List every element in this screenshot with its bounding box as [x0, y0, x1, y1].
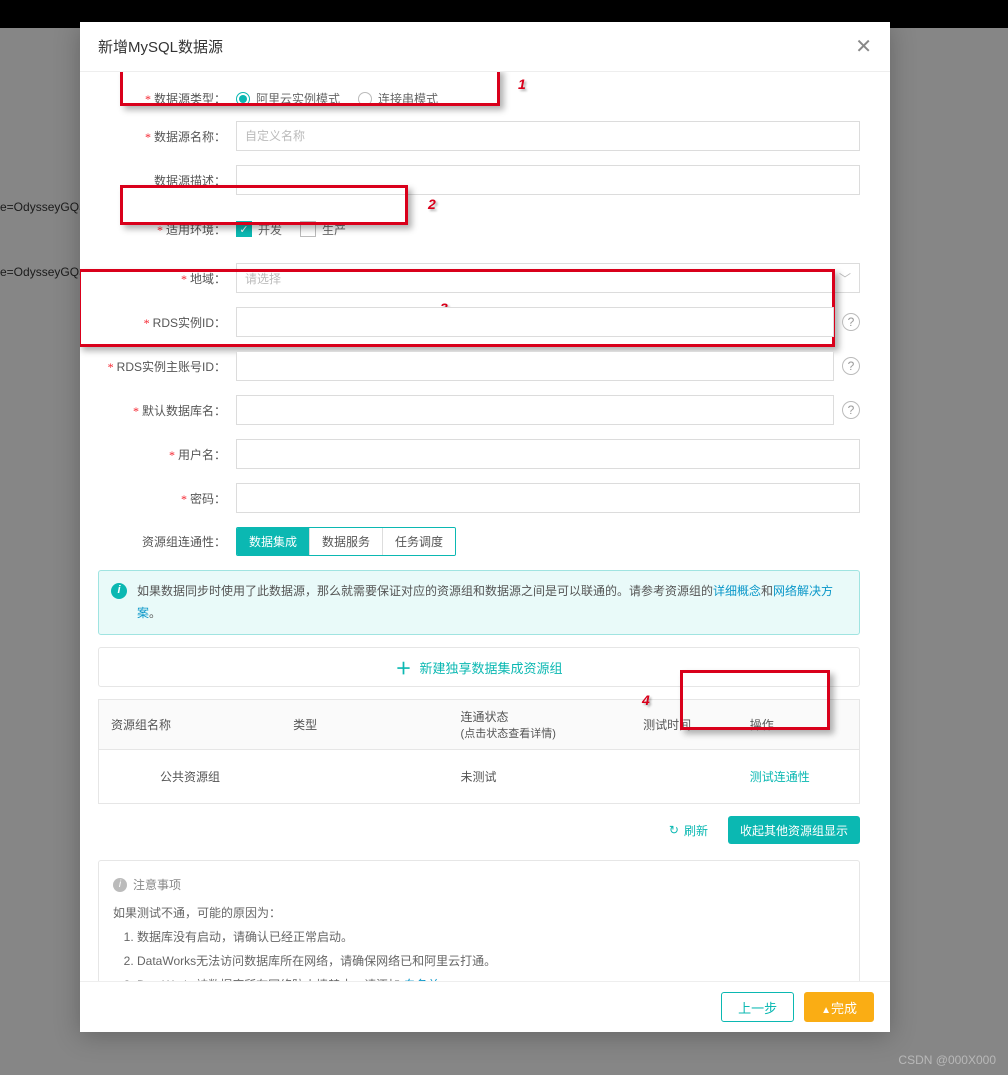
notes-intro: 如果测试不通，可能的原因为：: [113, 901, 845, 925]
label-password: 密码：: [98, 490, 236, 507]
annotation-num-1: 1: [518, 76, 526, 92]
link-concept[interactable]: 详细概念: [713, 584, 761, 598]
info-icon: i: [111, 583, 127, 599]
notes-title-label: 注意事项: [133, 873, 181, 897]
refresh-icon: ↻: [669, 823, 679, 837]
th-type: 类型: [281, 700, 448, 750]
notes-item: 数据库没有启动，请确认已经正常启动。: [137, 925, 845, 949]
label-region: 地域：: [98, 270, 236, 287]
alert-text-1: 如果数据同步时使用了此数据源，那么就需要保证对应的资源组和数据源之间是可以联通的…: [137, 584, 713, 598]
alert-text-2: 和: [761, 584, 773, 598]
checkbox-dev-label: 开发: [258, 221, 282, 238]
cell-rg-name: 公共资源组: [99, 750, 282, 804]
th-status: 连通状态(点击状态查看详情): [449, 700, 632, 750]
label-rds-id: RDS实例ID：: [98, 314, 236, 331]
test-connectivity-link[interactable]: 测试连通性: [750, 770, 810, 784]
notes-item: DataWorks无法访问数据库所在网络，请确保网络已和阿里云打通。: [137, 949, 845, 973]
modal-dialog: 新增MySQL数据源 ✕ 1 2 3 4 数据源类型： 阿里云实例模式 连接串模…: [80, 22, 890, 1032]
input-datasource-name[interactable]: [236, 121, 860, 151]
notes-box: i注意事项 如果测试不通，可能的原因为： 数据库没有启动，请确认已经正常启动。 …: [98, 860, 860, 981]
select-region-placeholder: 请选择: [245, 270, 281, 287]
plus-icon: ＋: [395, 655, 411, 679]
new-resource-group-button[interactable]: ＋ 新建独享数据集成资源组: [98, 647, 860, 687]
cell-rg-status[interactable]: 未测试: [449, 750, 632, 804]
label-env: 适用环境：: [98, 221, 236, 238]
select-region[interactable]: 请选择 ﹀: [236, 263, 860, 293]
modal-footer: 上一步 完成: [80, 981, 890, 1032]
info-icon: i: [113, 878, 127, 892]
label-datasource-type: 数据源类型：: [98, 90, 236, 107]
table-row: 公共资源组 未测试 测试连通性: [99, 750, 860, 804]
radio-connstring-mode[interactable]: 连接串模式: [358, 90, 438, 107]
input-default-db[interactable]: [236, 395, 834, 425]
tab-data-integration[interactable]: 数据集成: [237, 528, 310, 555]
checkbox-prod-label: 生产: [322, 221, 346, 238]
done-button[interactable]: 完成: [804, 992, 874, 1022]
input-password[interactable]: [236, 483, 860, 513]
resource-group-table: 资源组名称 类型 连通状态(点击状态查看详情) 测试时间 操作 公共资源组 未测…: [98, 699, 860, 804]
radio-instance-mode[interactable]: 阿里云实例模式: [236, 90, 340, 107]
chevron-down-icon: ﹀: [839, 270, 851, 287]
new-resource-group-label: 新建独享数据集成资源组: [420, 658, 563, 677]
label-datasource-name: 数据源名称：: [98, 128, 236, 145]
input-username[interactable]: [236, 439, 860, 469]
refresh-button[interactable]: ↻刷新: [669, 822, 708, 839]
label-rds-owner-id: RDS实例主账号ID：: [98, 358, 236, 375]
modal-header: 新增MySQL数据源 ✕: [80, 22, 890, 72]
alert-text-3: 。: [149, 606, 161, 620]
cell-rg-time: [631, 750, 738, 804]
collapse-others-button[interactable]: 收起其他资源组显示: [728, 816, 860, 844]
label-default-db: 默认数据库名：: [98, 402, 236, 419]
label-datasource-desc: 数据源描述：: [98, 172, 236, 189]
cell-rg-type: [281, 750, 448, 804]
modal-title: 新增MySQL数据源: [98, 36, 223, 57]
whitelist-link[interactable]: 白名单: [403, 978, 439, 981]
prev-button[interactable]: 上一步: [721, 992, 794, 1022]
modal-body: 1 2 3 4 数据源类型： 阿里云实例模式 连接串模式 数据源名称： 数据源描…: [80, 72, 890, 981]
tab-task-schedule[interactable]: 任务调度: [383, 528, 455, 555]
label-conn: 资源组连通性：: [98, 533, 236, 550]
th-name: 资源组名称: [99, 700, 282, 750]
input-datasource-desc[interactable]: [236, 165, 860, 195]
label-username: 用户名：: [98, 446, 236, 463]
checkbox-dev[interactable]: ✓: [236, 221, 252, 237]
help-icon[interactable]: ?: [842, 401, 860, 419]
conn-tabs: 数据集成 数据服务 任务调度: [236, 527, 456, 556]
help-icon[interactable]: ?: [842, 357, 860, 375]
input-rds-id[interactable]: [236, 307, 834, 337]
info-alert: i 如果数据同步时使用了此数据源，那么就需要保证对应的资源组和数据源之间是可以联…: [98, 570, 860, 635]
annotation-num-2: 2: [428, 196, 436, 212]
annotation-num-4: 4: [642, 692, 650, 708]
radio-connstring-mode-label: 连接串模式: [378, 90, 438, 107]
th-action: 操作: [738, 700, 860, 750]
tab-data-service[interactable]: 数据服务: [310, 528, 383, 555]
radio-instance-mode-label: 阿里云实例模式: [256, 90, 340, 107]
close-icon[interactable]: ✕: [855, 37, 872, 57]
checkbox-prod[interactable]: [300, 221, 316, 237]
help-icon[interactable]: ?: [842, 313, 860, 331]
watermark: CSDN @000X000: [898, 1053, 996, 1067]
notes-item: DataWorks被数据库所在网络防火墙禁止，请添加 白名单。: [137, 973, 845, 981]
input-rds-owner-id[interactable]: [236, 351, 834, 381]
